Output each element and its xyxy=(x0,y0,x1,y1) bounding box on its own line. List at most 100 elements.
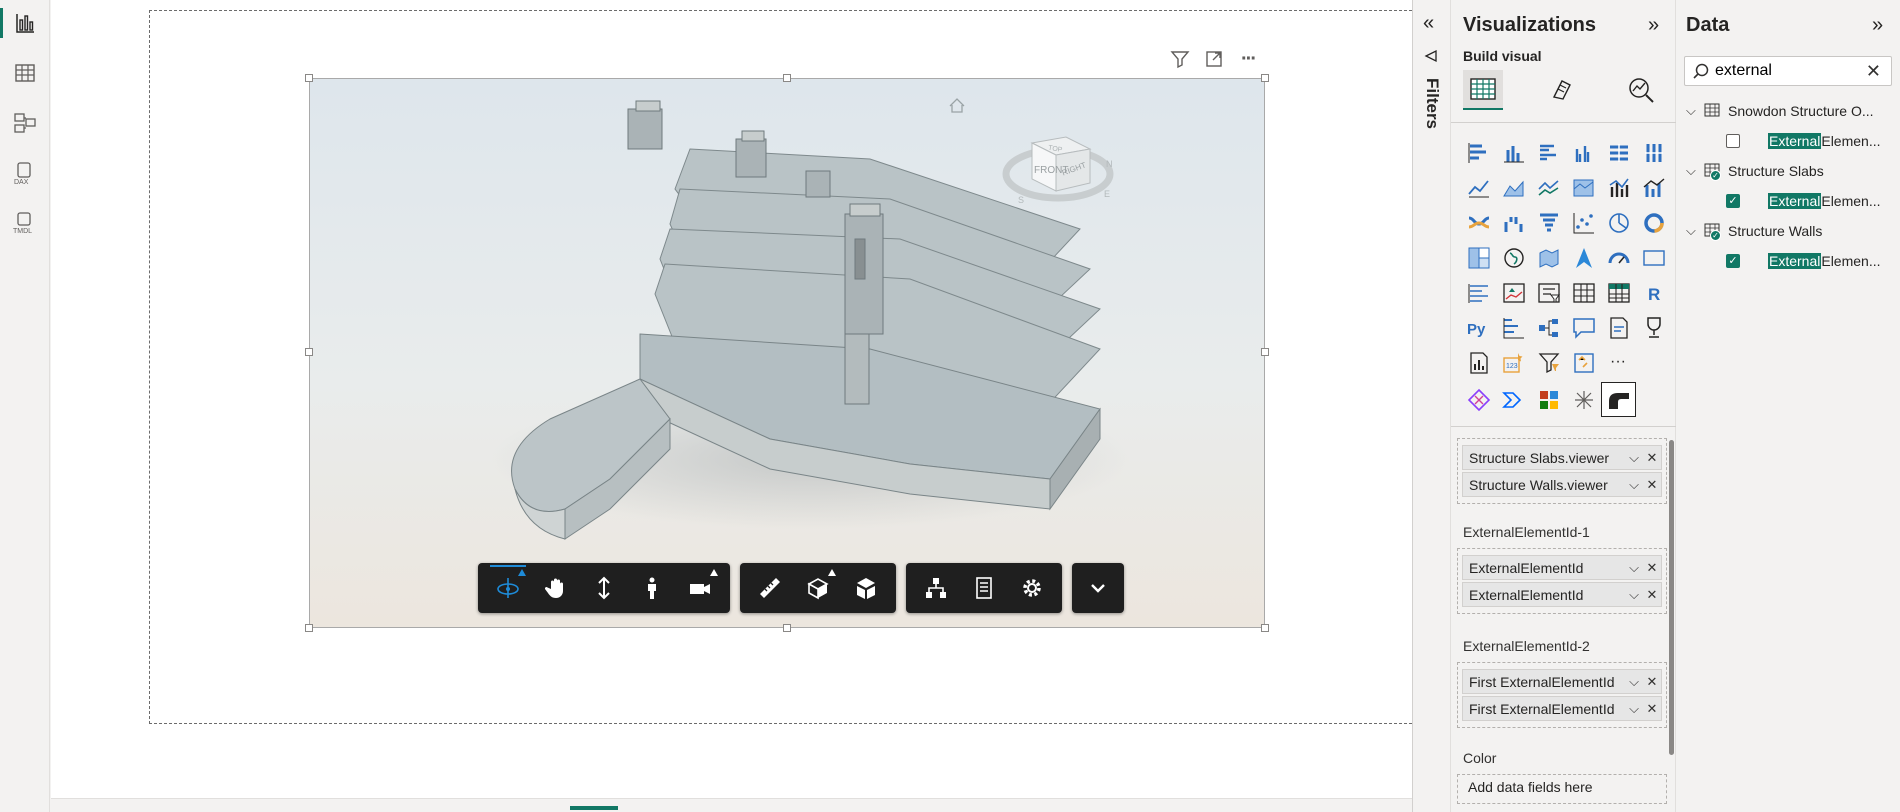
stacked-area-button[interactable] xyxy=(1531,170,1566,205)
key-influencers-button[interactable] xyxy=(1496,310,1531,345)
remove-icon[interactable]: ✕ xyxy=(1643,560,1661,576)
resize-handle[interactable] xyxy=(1261,348,1269,356)
slicer-button[interactable] xyxy=(1531,275,1566,310)
zoom-tool[interactable] xyxy=(580,563,628,613)
clustered-column-button[interactable] xyxy=(1566,135,1601,170)
field-pill[interactable]: First ExternalElementId ⌵ ✕ xyxy=(1462,696,1662,721)
camera-tool[interactable] xyxy=(676,563,724,613)
report-view-button[interactable] xyxy=(0,2,50,44)
chevron-down-icon[interactable]: ⌵ xyxy=(1686,163,1704,179)
chevron-down-icon[interactable]: ⌵ xyxy=(1686,103,1704,119)
line-clustered-column-button[interactable] xyxy=(1601,170,1636,205)
clustered-bar-button[interactable] xyxy=(1531,135,1566,170)
scatter-button[interactable] xyxy=(1566,205,1601,240)
chevron-down-icon[interactable]: ⌵ xyxy=(1686,223,1704,239)
filters-pane[interactable]: « Filters xyxy=(1412,0,1451,812)
resize-handle[interactable] xyxy=(1261,624,1269,632)
field-pill[interactable]: Structure Slabs.viewer ⌵ ✕ xyxy=(1462,445,1662,470)
3d-viewer-visual-button[interactable] xyxy=(1601,382,1636,417)
gauge-button[interactable] xyxy=(1601,240,1636,275)
field-checkbox[interactable]: ✓ xyxy=(1726,254,1740,268)
smart-narrative-button[interactable] xyxy=(1601,310,1636,345)
custom-visual-button[interactable] xyxy=(1496,382,1531,417)
tmdl-view-button[interactable]: TMDL xyxy=(0,202,50,244)
chevron-down-icon[interactable]: ⌵ xyxy=(1625,674,1643,690)
active-page-indicator[interactable] xyxy=(570,806,618,810)
dax-query-view-button[interactable]: DAX xyxy=(0,152,50,194)
field-pill[interactable]: ExternalElementId ⌵ ✕ xyxy=(1462,555,1662,580)
color-drop-zone[interactable]: Add data fields here xyxy=(1457,774,1667,804)
search-input[interactable] xyxy=(1715,62,1835,80)
3d-model-viewer-visual[interactable]: TOP FRONT RIGHT N E S xyxy=(309,78,1265,628)
stacked-column-button[interactable] xyxy=(1496,135,1531,170)
100-column-button[interactable] xyxy=(1636,135,1671,170)
remove-icon[interactable]: ✕ xyxy=(1643,477,1661,493)
remove-icon[interactable]: ✕ xyxy=(1643,701,1661,717)
data-search-box[interactable]: ✕ xyxy=(1684,56,1892,86)
scrollbar[interactable] xyxy=(1669,440,1674,755)
data-table-node[interactable]: ⌵ ✓ Structure Slabs xyxy=(1686,158,1896,184)
data-table-node[interactable]: ⌵ Snowdon Structure O... xyxy=(1686,98,1896,124)
field-checkbox[interactable] xyxy=(1726,134,1740,148)
model-browser-tool[interactable] xyxy=(912,563,960,613)
waterfall-button[interactable] xyxy=(1496,205,1531,240)
double-chevron-right-icon[interactable]: » xyxy=(1872,14,1883,37)
filled-map-button[interactable] xyxy=(1531,240,1566,275)
r-visual-button[interactable]: R xyxy=(1636,275,1671,310)
line-chart-button[interactable] xyxy=(1461,170,1496,205)
section-tool[interactable] xyxy=(794,563,842,613)
measure-tool[interactable] xyxy=(746,563,794,613)
collapse-toolbar-button[interactable] xyxy=(1074,563,1122,613)
chevron-down-icon[interactable]: ⌵ xyxy=(1625,477,1643,493)
home-icon[interactable] xyxy=(949,98,965,113)
kpi-button[interactable] xyxy=(1496,275,1531,310)
remove-icon[interactable]: ✕ xyxy=(1643,587,1661,603)
report-canvas[interactable]: ··· TOP FRONT RIGHT N E S xyxy=(51,0,1417,812)
funnel-button[interactable] xyxy=(1531,205,1566,240)
qa-button[interactable] xyxy=(1566,310,1601,345)
more-options-icon[interactable]: ··· xyxy=(1237,48,1259,70)
custom-visual-button[interactable] xyxy=(1531,382,1566,417)
metrics-button[interactable] xyxy=(1636,310,1671,345)
resize-handle[interactable] xyxy=(783,624,791,632)
explode-tool[interactable] xyxy=(842,563,890,613)
focus-mode-icon[interactable] xyxy=(1203,48,1225,70)
chevron-down-icon[interactable]: ⌵ xyxy=(1625,560,1643,576)
build-visual-tab[interactable] xyxy=(1463,70,1503,110)
data-field-node[interactable]: ✓ External Elemen... xyxy=(1726,248,1900,274)
donut-chart-button[interactable] xyxy=(1636,205,1671,240)
100-bar-button[interactable] xyxy=(1601,135,1636,170)
custom-visual-button[interactable] xyxy=(1461,382,1496,417)
remove-icon[interactable]: ✕ xyxy=(1643,450,1661,466)
field-pill[interactable]: Structure Walls.viewer ⌵ ✕ xyxy=(1462,472,1662,497)
view-cube[interactable]: TOP FRONT RIGHT N E S xyxy=(1002,136,1114,205)
orbit-tool[interactable] xyxy=(484,563,532,613)
copilot-visual-button[interactable] xyxy=(1566,345,1601,380)
paginated-report-button[interactable] xyxy=(1461,345,1496,380)
chevron-down-icon[interactable]: ⌵ xyxy=(1625,587,1643,603)
card-button[interactable] xyxy=(1636,240,1671,275)
card-new-button[interactable]: 123 xyxy=(1496,345,1531,380)
resize-handle[interactable] xyxy=(783,74,791,82)
field-pill[interactable]: First ExternalElementId ⌵ ✕ xyxy=(1462,669,1662,694)
clear-search-icon[interactable]: ✕ xyxy=(1866,61,1881,82)
decomposition-tree-button[interactable] xyxy=(1531,310,1566,345)
filters-title[interactable]: Filters xyxy=(1422,78,1442,129)
well-drop-zone[interactable]: Structure Slabs.viewer ⌵ ✕ Structure Walls… xyxy=(1457,438,1667,504)
pie-chart-button[interactable] xyxy=(1601,205,1636,240)
100-stacked-area-button[interactable] xyxy=(1566,170,1601,205)
well-drop-zone[interactable]: First ExternalElementId ⌵ ✕ First External… xyxy=(1457,662,1667,728)
ribbon-chart-button[interactable] xyxy=(1461,205,1496,240)
more-visuals-button[interactable]: ··· xyxy=(1601,345,1636,380)
data-field-node[interactable]: ✓ External Elemen... xyxy=(1726,188,1900,214)
button-slicer-button[interactable] xyxy=(1531,345,1566,380)
well-drop-zone[interactable]: ExternalElementId ⌵ ✕ ExternalElementId ⌵ ✕ xyxy=(1457,548,1667,614)
table-view-button[interactable] xyxy=(0,52,50,94)
line-stacked-column-button[interactable] xyxy=(1636,170,1671,205)
first-person-tool[interactable] xyxy=(628,563,676,613)
resize-handle[interactable] xyxy=(305,624,313,632)
resize-handle[interactable] xyxy=(305,348,313,356)
building-model-viewport[interactable]: TOP FRONT RIGHT N E S xyxy=(310,79,1265,628)
multi-row-card-button[interactable] xyxy=(1461,275,1496,310)
analytics-tab[interactable] xyxy=(1621,70,1661,110)
